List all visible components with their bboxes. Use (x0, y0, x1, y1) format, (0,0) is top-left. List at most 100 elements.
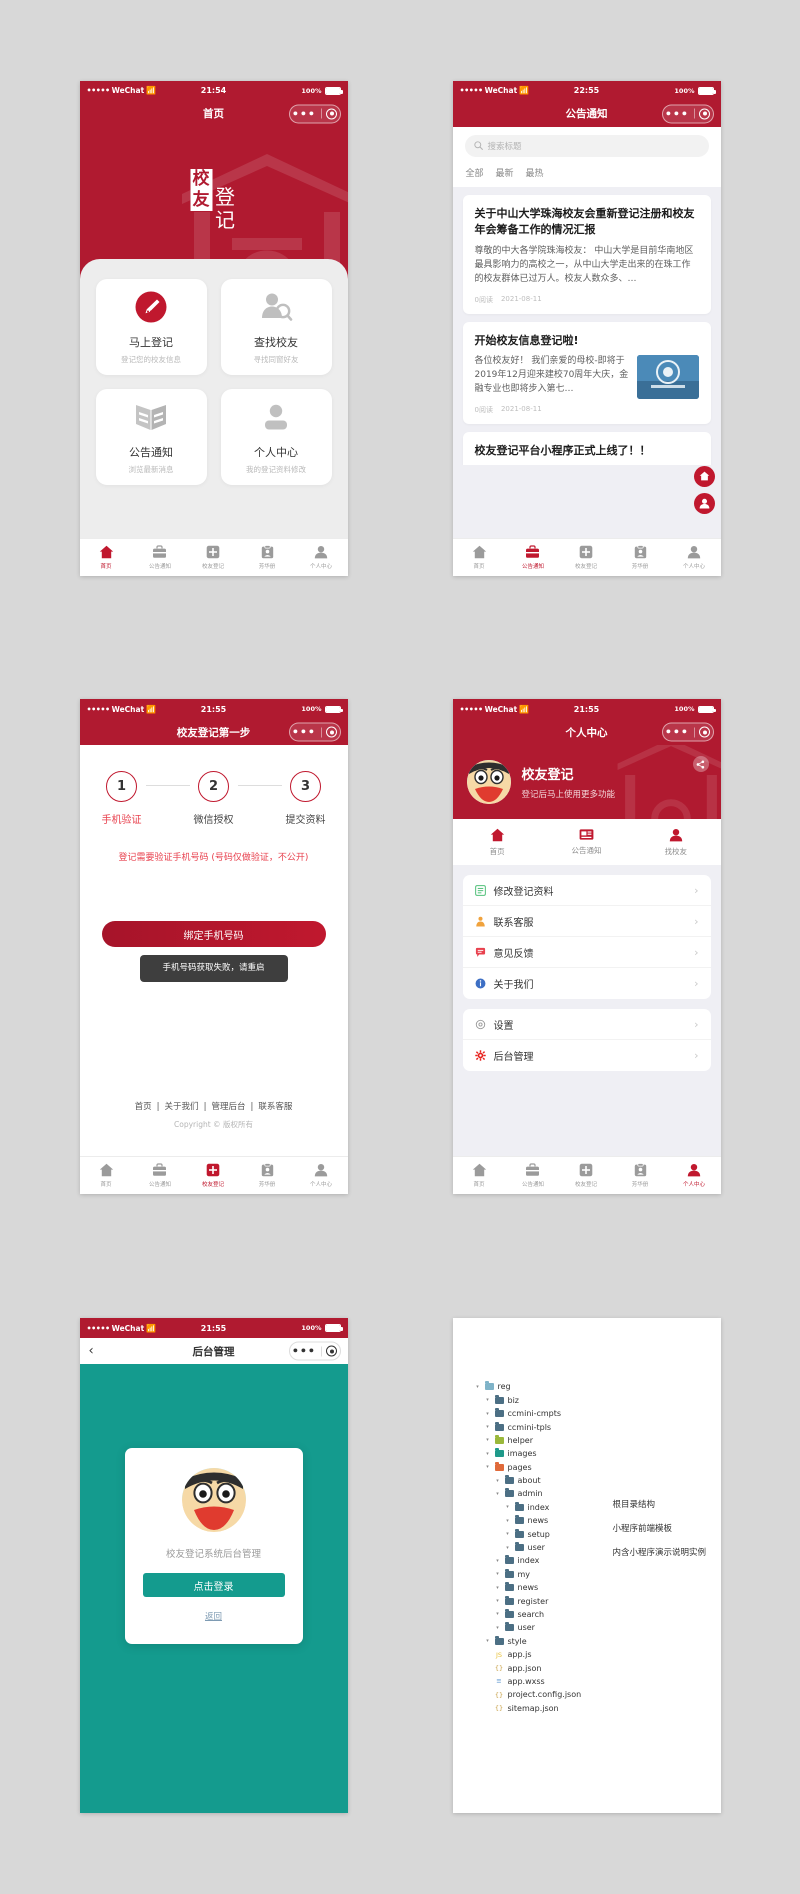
tree-node[interactable]: ▾ ccmini-tpls (475, 1420, 721, 1433)
tree-expand-arrow-icon[interactable]: ▾ (495, 1558, 501, 1564)
tree-node[interactable]: ▾ register (475, 1594, 721, 1607)
tree-expand-arrow-icon[interactable]: ▾ (485, 1437, 491, 1443)
back-chevron-icon[interactable]: ‹ (89, 1344, 94, 1359)
tree-node[interactable]: ▾ index (475, 1501, 721, 1514)
tree-expand-arrow-icon[interactable]: ▾ (495, 1598, 501, 1604)
more-icon[interactable]: ••• (292, 108, 316, 119)
menu-settings[interactable]: 设置 › (462, 1009, 711, 1041)
tree-node[interactable]: ▾ news (475, 1514, 721, 1527)
tree-node[interactable]: ▾ helper (475, 1434, 721, 1447)
menu-about-us[interactable]: 关于我们 › (463, 968, 711, 999)
tab-profile[interactable]: 个人中心 (667, 545, 721, 570)
tree-node[interactable]: ▾ biz (475, 1394, 721, 1407)
news-item[interactable]: 校友登记平台小程序正式上线了！！ 经过大家的努力，我们的校友登记平台小程序正式上… (462, 432, 711, 465)
wechat-capsule[interactable]: ••• (661, 104, 714, 124)
news-item[interactable]: 关于中山大学珠海校友会重新登记注册和校友年会筹备工作的情况汇报 尊敬的中大各学院… (462, 194, 711, 314)
tree-expand-arrow-icon[interactable]: ▾ (495, 1571, 501, 1577)
tree-node[interactable]: ▾ setup (475, 1527, 721, 1540)
tree-expand-arrow-icon[interactable]: ▾ (495, 1478, 501, 1484)
tab-album[interactable]: 芳华册 (613, 1163, 667, 1188)
wechat-capsule[interactable]: ••• (288, 722, 341, 742)
tree-node[interactable]: ▾ about (475, 1474, 721, 1487)
tab-album[interactable]: 芳华册 (613, 544, 667, 570)
tree-expand-arrow-icon[interactable]: ▾ (495, 1585, 501, 1591)
close-target-icon[interactable] (326, 726, 338, 738)
tree-expand-arrow-icon[interactable]: ▾ (505, 1545, 511, 1551)
tab-profile[interactable]: 个人中心 (667, 1163, 721, 1188)
quicknav-find-alumni[interactable]: 找校友 (631, 828, 720, 857)
more-icon[interactable]: ••• (665, 108, 689, 119)
tree-expand-arrow-icon[interactable]: ▾ (505, 1518, 511, 1524)
tree-node[interactable]: ▾ admin (475, 1487, 721, 1500)
tree-node[interactable]: {} app.json (475, 1661, 721, 1674)
tree-expand-arrow-icon[interactable]: ▾ (505, 1504, 511, 1510)
close-target-icon[interactable] (326, 1345, 338, 1357)
tree-expand-arrow-icon[interactable]: ▾ (485, 1397, 491, 1403)
tree-expand-arrow-icon[interactable]: ▾ (475, 1384, 481, 1390)
tab-register[interactable]: 校友登记 (560, 545, 614, 570)
fab-home[interactable] (693, 465, 715, 487)
tab-profile[interactable]: 个人中心 (294, 545, 348, 570)
card-register-now[interactable]: 马上登记 登记您的校友信息 (95, 278, 207, 375)
tree-expand-arrow-icon[interactable]: ▾ (495, 1491, 501, 1497)
footer-link-support[interactable]: 联系客服 (253, 1102, 297, 1112)
share-button[interactable] (692, 756, 709, 773)
tree-node[interactable]: {} project.config.json (475, 1688, 721, 1701)
card-notices[interactable]: 公告通知 浏览最新消息 (95, 388, 207, 485)
bind-phone-button[interactable]: 绑定手机号码 (101, 921, 326, 948)
tree-expand-arrow-icon[interactable]: ▾ (485, 1464, 491, 1470)
tab-album[interactable]: 芳华册 (240, 544, 294, 570)
tab-notices[interactable]: 公告通知 (133, 1163, 187, 1188)
filter-newest[interactable]: 最新 (496, 166, 514, 179)
tree-node[interactable]: ▾ news (475, 1581, 721, 1594)
tab-home[interactable]: 首页 (453, 545, 507, 570)
tab-notices[interactable]: 公告通知 (506, 1163, 560, 1188)
tab-album[interactable]: 芳华册 (240, 1163, 294, 1188)
tree-expand-arrow-icon[interactable]: ▾ (485, 1411, 491, 1417)
quicknav-home[interactable]: 首页 (453, 828, 542, 857)
more-icon[interactable]: ••• (292, 1346, 316, 1357)
tab-home[interactable]: 首页 (453, 1163, 507, 1188)
tree-expand-arrow-icon[interactable]: ▾ (485, 1451, 491, 1457)
tree-expand-arrow-icon[interactable]: ▾ (495, 1625, 501, 1631)
tree-node[interactable]: ▾ style (475, 1635, 721, 1648)
login-button[interactable]: 点击登录 (142, 1573, 285, 1598)
tab-home[interactable]: 首页 (80, 1163, 134, 1188)
tab-notices[interactable]: 公告通知 (506, 545, 560, 570)
back-link[interactable]: 返回 (143, 1610, 285, 1622)
tree-node[interactable]: ≡ app.wxss (475, 1675, 721, 1688)
news-item[interactable]: 开始校友信息登记啦! 各位校友好！ 我们亲爱的母校-即将于2019年12月迎来建… (462, 321, 711, 425)
close-target-icon[interactable] (326, 108, 338, 120)
menu-admin[interactable]: 后台管理 › (463, 1040, 711, 1071)
tree-node[interactable]: {} sitemap.json (475, 1702, 721, 1715)
tree-node[interactable]: ▾ reg (475, 1380, 721, 1393)
footer-link-admin[interactable]: 管理后台 (206, 1102, 250, 1112)
search-input[interactable]: 搜索标题 (464, 134, 709, 157)
more-icon[interactable]: ••• (292, 727, 316, 738)
menu-feedback[interactable]: 意见反馈 › (462, 937, 711, 969)
tab-notices[interactable]: 公告通知 (133, 545, 187, 570)
tree-node[interactable]: ▾ search (475, 1608, 721, 1621)
tree-expand-arrow-icon[interactable]: ▾ (495, 1611, 501, 1617)
more-icon[interactable]: ••• (665, 727, 689, 738)
tab-register[interactable]: 校友登记 (187, 545, 241, 570)
close-target-icon[interactable] (699, 726, 711, 738)
tab-register[interactable]: 校友登记 (560, 1163, 614, 1188)
footer-link-home[interactable]: 首页 (130, 1102, 157, 1112)
tree-node[interactable]: ▾ my (475, 1568, 721, 1581)
tab-profile[interactable]: 个人中心 (294, 1163, 348, 1188)
wechat-capsule[interactable]: ••• (288, 104, 341, 124)
menu-edit-profile[interactable]: 修改登记资料 › (462, 875, 711, 907)
tree-node[interactable]: JS app.js (475, 1648, 721, 1661)
tree-expand-arrow-icon[interactable]: ▾ (505, 1531, 511, 1537)
tree-node[interactable]: ▾ ccmini-cmpts (475, 1407, 721, 1420)
tree-expand-arrow-icon[interactable]: ▾ (485, 1638, 491, 1644)
filter-all[interactable]: 全部 (466, 166, 484, 179)
tree-node[interactable]: ▾ images (475, 1447, 721, 1460)
tree-expand-arrow-icon[interactable]: ▾ (485, 1424, 491, 1430)
wechat-capsule[interactable]: ••• (661, 722, 714, 742)
close-target-icon[interactable] (699, 108, 711, 120)
quicknav-notices[interactable]: 公告通知 (542, 828, 631, 857)
menu-contact-support[interactable]: 联系客服 › (462, 906, 711, 938)
tab-home[interactable]: 首页 (80, 545, 134, 570)
